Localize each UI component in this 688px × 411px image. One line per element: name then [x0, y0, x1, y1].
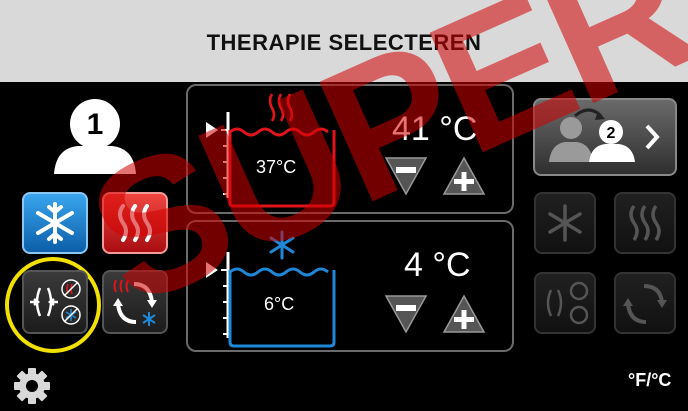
next-patient-button[interactable]: 2 — [533, 98, 677, 176]
heat-panel[interactable]: 37°C 41 °C — [186, 84, 514, 214]
contrast-icon — [30, 279, 81, 325]
cold-increase-button[interactable] — [440, 292, 488, 336]
contrast-icon — [546, 281, 589, 325]
cold-tank-icon — [206, 230, 336, 348]
heat-waves-icon — [629, 204, 661, 241]
cold-therapy-button[interactable] — [22, 192, 88, 254]
heat-waves-icon — [118, 204, 152, 242]
heat-tank-icon — [206, 93, 336, 208]
page-title: THERAPIE SELECTEREN — [206, 30, 482, 55]
header-bar: THERAPIE SELECTEREN — [0, 0, 688, 82]
heat-decrease-button[interactable] — [382, 154, 430, 198]
patient-icon[interactable]: 1 — [52, 98, 138, 176]
contrast-therapy-button[interactable] — [22, 270, 88, 334]
heat-current-temp: 37°C — [256, 157, 297, 177]
cold-panel[interactable]: 6°C 4 °C — [186, 220, 514, 352]
patient2-contrast-button[interactable] — [534, 272, 596, 334]
patient-number: 1 — [86, 108, 104, 141]
gear-icon — [14, 368, 50, 404]
minus-triangle-icon — [384, 295, 428, 334]
cold-current-temp: 6°C — [264, 294, 295, 314]
switch-patient-icon: 2 — [549, 108, 660, 162]
plus-triangle-icon — [442, 294, 486, 333]
patient2-heat-button[interactable] — [614, 192, 676, 254]
cold-set-temp: 4 °C — [404, 246, 471, 284]
next-patient-number: 2 — [607, 125, 616, 142]
settings-button[interactable] — [12, 366, 52, 406]
cycle-icon — [113, 279, 157, 326]
heat-set-temp: 41 °C — [392, 110, 478, 148]
patient2-alternating-button[interactable] — [614, 272, 676, 334]
alternating-therapy-button[interactable] — [102, 270, 168, 334]
plus-triangle-icon — [442, 156, 486, 195]
patient2-cold-button[interactable] — [534, 192, 596, 254]
minus-triangle-icon — [384, 157, 428, 196]
cold-decrease-button[interactable] — [382, 292, 430, 336]
unit-toggle[interactable]: °F/°C — [628, 370, 671, 391]
cycle-icon — [623, 284, 667, 324]
heat-increase-button[interactable] — [440, 154, 488, 198]
heat-therapy-button[interactable] — [102, 192, 168, 254]
snowflake-icon — [36, 202, 74, 244]
snowflake-icon — [548, 204, 582, 242]
